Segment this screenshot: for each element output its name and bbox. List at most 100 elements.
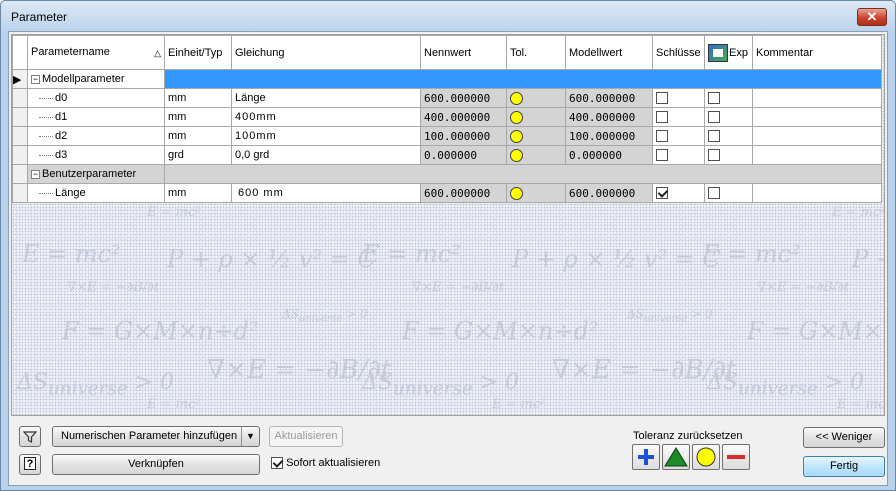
- param-key-cell[interactable]: [652, 107, 705, 127]
- link-button[interactable]: Verknüpfen: [52, 454, 260, 475]
- param-equation[interactable]: Länge: [231, 88, 421, 108]
- export-parameter-icon: [708, 43, 728, 62]
- key-checkbox[interactable]: [656, 111, 668, 124]
- add-numeric-parameter-button[interactable]: Numerischen Parameter hinzufügen ▼: [52, 426, 260, 447]
- param-export-cell[interactable]: [704, 126, 753, 146]
- tolerance-indicator-icon[interactable]: [510, 110, 523, 124]
- group-label-cell[interactable]: − Modellparameter: [27, 69, 165, 89]
- param-tolerance-cell[interactable]: [506, 183, 566, 203]
- export-checkbox[interactable]: [708, 187, 720, 200]
- column-header-unit[interactable]: Einheit/Typ: [164, 35, 232, 70]
- param-nominal: 600.000000: [420, 88, 507, 108]
- tolerance-lower-icon: [727, 455, 745, 459]
- group-selection-fill: [164, 69, 882, 89]
- param-tolerance-cell[interactable]: [506, 88, 566, 108]
- tolerance-indicator-icon[interactable]: [510, 129, 523, 143]
- export-checkbox[interactable]: [708, 149, 720, 162]
- tolerance-upper-button[interactable]: [632, 444, 660, 470]
- param-unit[interactable]: mm: [164, 107, 232, 127]
- param-tolerance-cell[interactable]: [506, 145, 566, 165]
- table-row[interactable]: d2 mm 100mm 100.000000 100.000000: [12, 126, 882, 146]
- tolerance-reset-group: Toleranz zurücksetzen: [627, 428, 757, 480]
- export-checkbox[interactable]: [708, 111, 720, 124]
- group-row-user-parameters[interactable]: − Benutzerparameter: [12, 164, 882, 184]
- param-name-cell[interactable]: d2: [27, 126, 165, 146]
- auto-update-label: Sofort aktualisieren: [286, 457, 381, 469]
- param-equation[interactable]: 400mm: [231, 107, 421, 127]
- param-name-cell[interactable]: d0: [27, 88, 165, 108]
- param-key-cell[interactable]: [652, 126, 705, 146]
- close-button[interactable]: ✕: [857, 8, 887, 26]
- parameter-table: Parametername △ Einheit/Typ Gleichung Nen…: [12, 35, 882, 203]
- tolerance-lower-button[interactable]: [722, 444, 750, 470]
- param-tolerance-cell[interactable]: [506, 107, 566, 127]
- param-name-cell[interactable]: d3: [27, 145, 165, 165]
- auto-update-checkbox[interactable]: [271, 457, 283, 470]
- param-tolerance-cell[interactable]: [506, 126, 566, 146]
- column-header-tolerance[interactable]: Tol.: [506, 35, 566, 70]
- column-header-export-label: Exp: [729, 46, 748, 59]
- tolerance-median-icon: [664, 447, 688, 467]
- param-export-cell[interactable]: [704, 183, 753, 203]
- update-button[interactable]: Aktualisieren: [269, 426, 343, 447]
- key-checkbox[interactable]: [656, 92, 668, 105]
- export-checkbox[interactable]: [708, 130, 720, 143]
- param-name-cell[interactable]: Länge: [27, 183, 165, 203]
- param-name: d0: [55, 92, 68, 104]
- param-comment[interactable]: [752, 126, 882, 146]
- column-header-key[interactable]: Schlüsse: [652, 35, 705, 70]
- tolerance-indicator-icon[interactable]: [510, 148, 523, 162]
- param-unit[interactable]: mm: [164, 88, 232, 108]
- column-header-model-value[interactable]: Modellwert: [565, 35, 653, 70]
- column-header-equation[interactable]: Gleichung: [231, 35, 421, 70]
- tolerance-median-button[interactable]: [662, 444, 690, 470]
- param-export-cell[interactable]: [704, 88, 753, 108]
- param-equation[interactable]: 600 mm: [231, 183, 421, 203]
- table-row[interactable]: Länge mm 600 mm 600.000000 600.000000: [12, 183, 882, 203]
- param-equation[interactable]: 100mm: [231, 126, 421, 146]
- filter-button[interactable]: [19, 426, 41, 447]
- column-header-comment[interactable]: Kommentar: [752, 35, 882, 70]
- table-row[interactable]: d1 mm 400mm 400.000000 400.000000: [12, 107, 882, 127]
- export-checkbox[interactable]: [708, 92, 720, 105]
- table-row[interactable]: d0 mm Länge 600.000000 600.000000: [12, 88, 882, 108]
- help-button[interactable]: ?: [19, 454, 41, 475]
- row-indicator: [12, 183, 28, 203]
- parameter-grid-area: ΔS E = mc² E = mc² E = mc² P + ρ × ½ v² …: [11, 34, 885, 416]
- tolerance-indicator-icon[interactable]: [510, 186, 523, 200]
- param-comment[interactable]: [752, 145, 882, 165]
- param-key-cell[interactable]: [652, 183, 705, 203]
- tolerance-indicator-icon[interactable]: [510, 91, 523, 105]
- param-key-cell[interactable]: [652, 88, 705, 108]
- column-header-name[interactable]: Parametername △: [27, 35, 165, 70]
- param-equation[interactable]: 0,0 grd: [231, 145, 421, 165]
- param-unit[interactable]: mm: [164, 183, 232, 203]
- current-row-indicator: ▶: [12, 69, 28, 89]
- key-checkbox[interactable]: [656, 187, 668, 200]
- group-row-model-parameters[interactable]: ▶ − Modellparameter: [12, 69, 882, 89]
- column-header-nominal[interactable]: Nennwert: [420, 35, 507, 70]
- key-checkbox[interactable]: [656, 130, 668, 143]
- param-name: d3: [55, 149, 68, 161]
- param-comment[interactable]: [752, 88, 882, 108]
- filter-icon: [22, 431, 38, 443]
- param-key-cell[interactable]: [652, 145, 705, 165]
- tolerance-nominal-button[interactable]: [692, 444, 720, 470]
- auto-update-option[interactable]: Sofort aktualisieren: [271, 456, 380, 470]
- less-button[interactable]: << Weniger: [803, 427, 885, 448]
- collapse-icon[interactable]: −: [31, 169, 40, 179]
- add-parameter-dropdown[interactable]: ▼: [241, 427, 259, 446]
- group-label-cell[interactable]: − Benutzerparameter: [27, 164, 165, 184]
- param-comment[interactable]: [752, 107, 882, 127]
- param-export-cell[interactable]: [704, 145, 753, 165]
- key-checkbox[interactable]: [656, 149, 668, 162]
- param-name-cell[interactable]: d1: [27, 107, 165, 127]
- param-comment[interactable]: [752, 183, 882, 203]
- done-button[interactable]: Fertig: [803, 456, 885, 477]
- param-unit[interactable]: mm: [164, 126, 232, 146]
- param-unit[interactable]: grd: [164, 145, 232, 165]
- table-row[interactable]: d3 grd 0,0 grd 0.000000 0.000000: [12, 145, 882, 165]
- param-export-cell[interactable]: [704, 107, 753, 127]
- collapse-icon[interactable]: −: [31, 74, 40, 84]
- column-header-export[interactable]: Exp: [704, 35, 753, 70]
